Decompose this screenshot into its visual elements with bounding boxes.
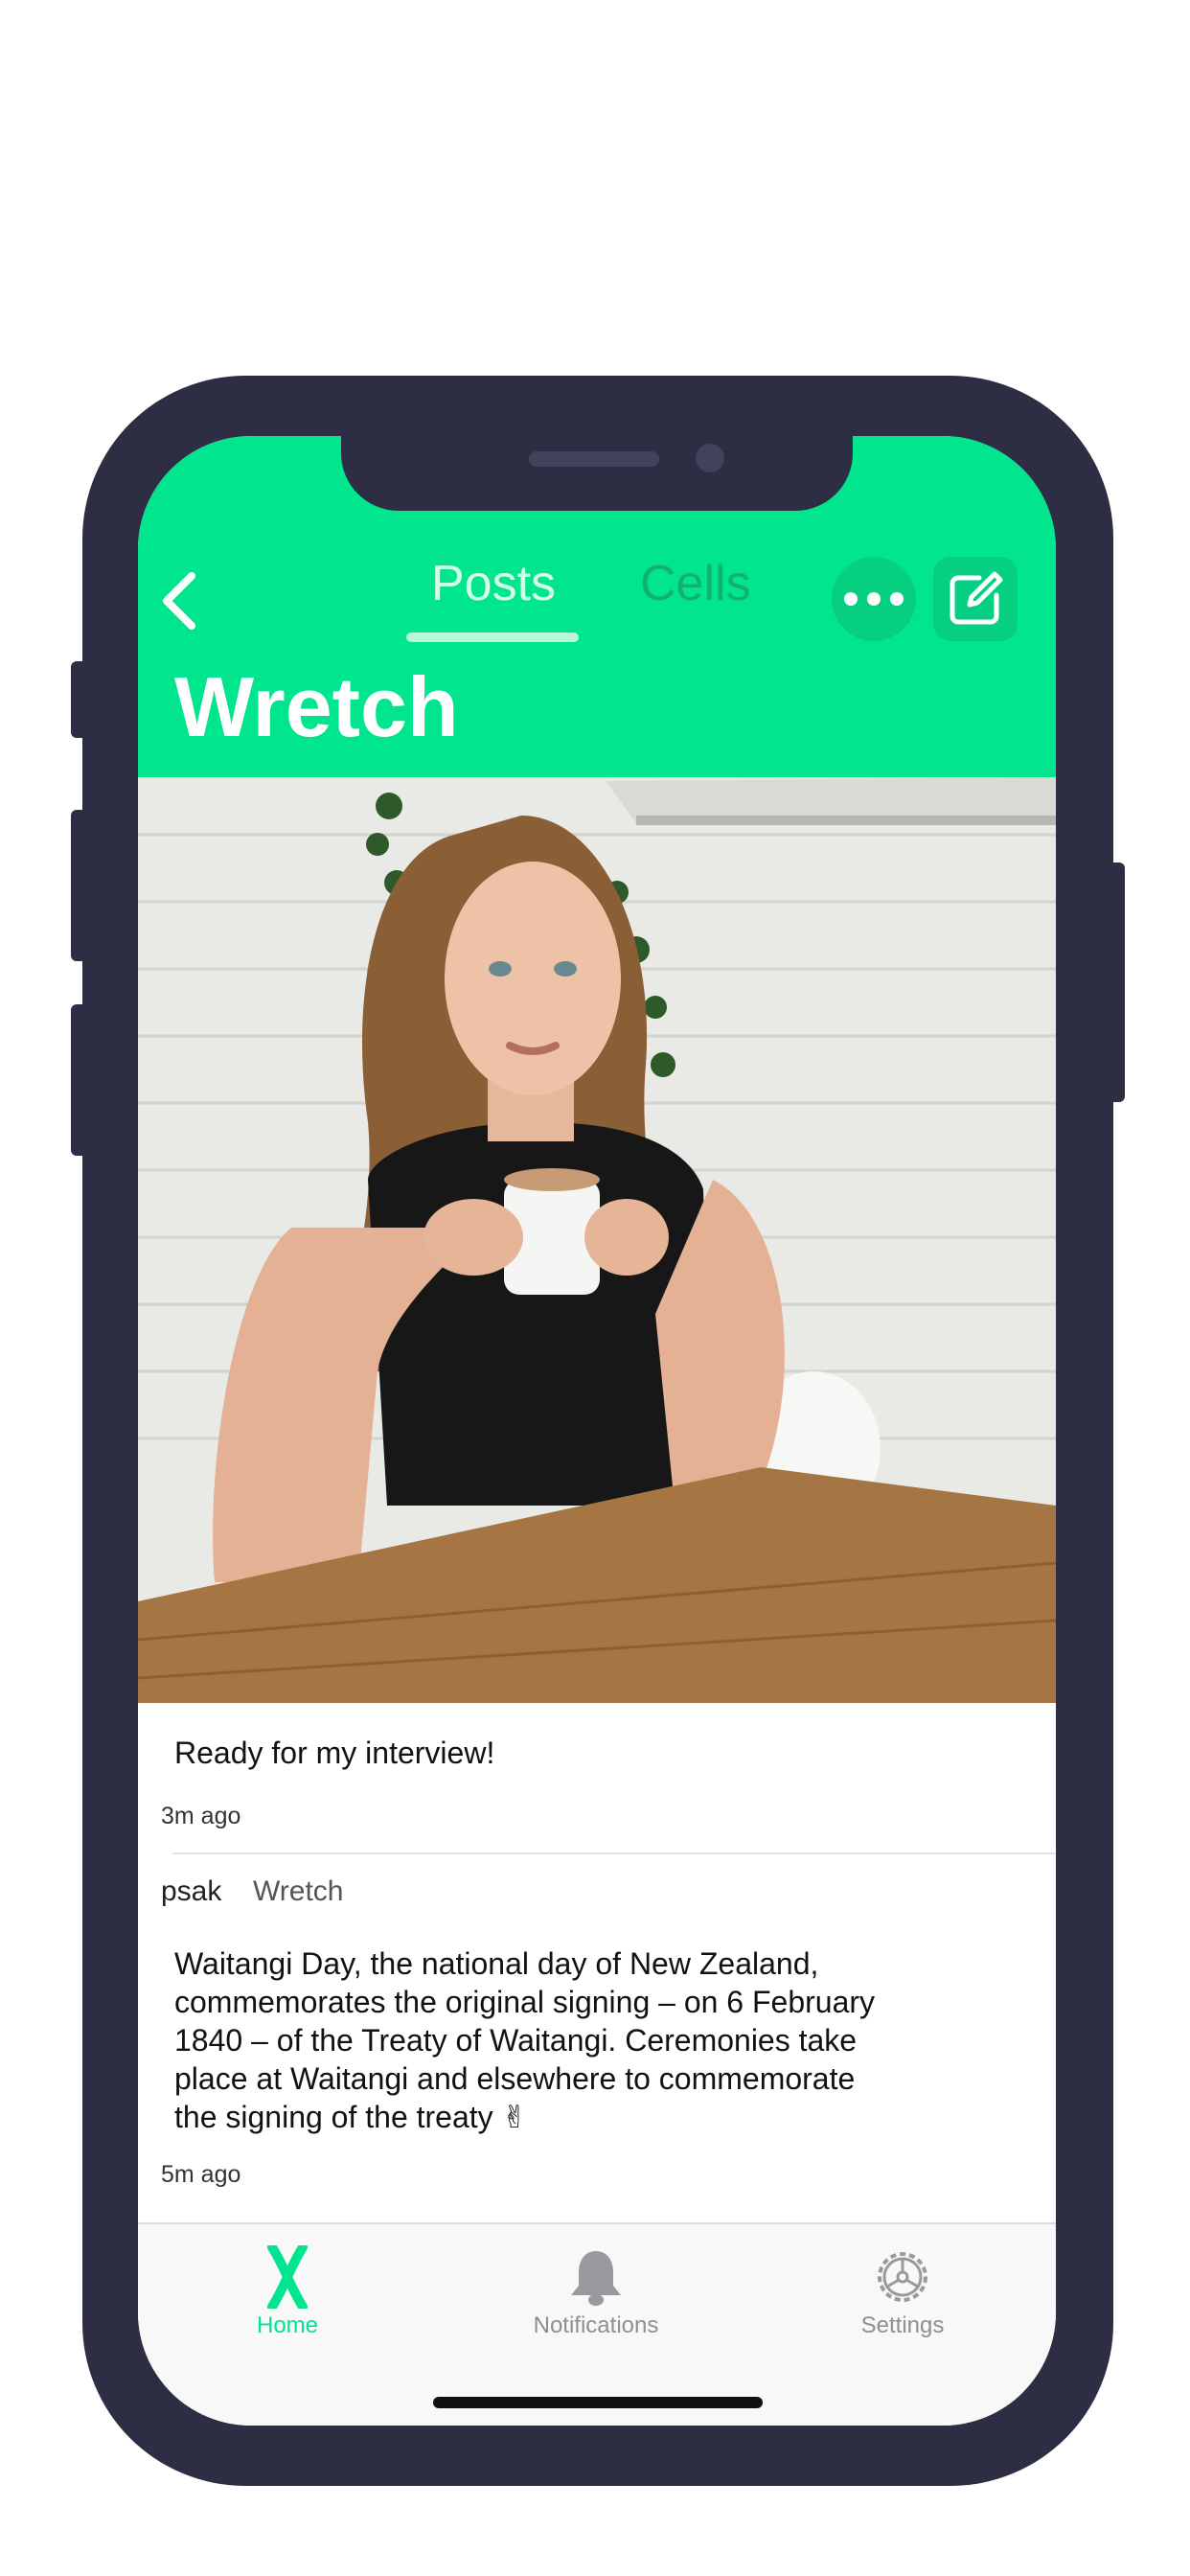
ellipsis-icon xyxy=(844,592,858,606)
compose-button[interactable] xyxy=(933,557,1018,641)
post-author[interactable]: psak xyxy=(161,1875,221,1908)
x-logo-icon xyxy=(267,2245,308,2309)
volume-down-button xyxy=(71,1004,86,1156)
chevron-left-icon xyxy=(163,572,195,630)
gear-icon xyxy=(878,2252,927,2302)
tabbar-label-home: Home xyxy=(256,2312,319,2338)
tabbar-label-notifications: Notifications xyxy=(533,2312,659,2338)
post-cell-name[interactable]: Wretch xyxy=(253,1875,343,1908)
tabbar-item-settings[interactable]: Settings xyxy=(797,2243,1008,2339)
ellipsis-icon-dot xyxy=(867,592,881,606)
post-text-line: 1840 – of the Treaty of Waitangi. Ceremo… xyxy=(174,2023,858,2058)
page-title: Wretch xyxy=(174,659,459,754)
post-timestamp: 3m ago xyxy=(161,1803,241,1829)
device-notch xyxy=(341,436,853,511)
tab-bar: Home Notifications Settings xyxy=(138,2222,1056,2426)
power-button xyxy=(1110,862,1125,1102)
post-text-line: Waitangi Day, the national day of New Ze… xyxy=(174,1946,819,1981)
speaker-grille xyxy=(529,451,659,467)
home-indicator[interactable] xyxy=(433,2397,763,2408)
compose-icon xyxy=(950,571,1003,625)
post-divider xyxy=(172,1852,1056,1854)
screen: Posts Cells Wretch Ready for my intervie… xyxy=(138,436,1056,2426)
back-button[interactable] xyxy=(153,561,207,641)
tab-cells[interactable]: Cells xyxy=(640,555,751,612)
more-button[interactable] xyxy=(832,557,916,641)
post-timestamp: 5m ago xyxy=(161,2161,241,2188)
post-image-illustration xyxy=(138,777,1056,1703)
post-text-line: the signing of the treaty ✌ xyxy=(174,2100,528,2134)
volume-up-button xyxy=(71,810,86,961)
post-text-line: place at Waitangi and elsewhere to comme… xyxy=(174,2061,856,2096)
ellipsis-icon-dot xyxy=(890,592,904,606)
post-text: Ready for my interview! xyxy=(174,1736,495,1770)
post-image[interactable] xyxy=(138,777,1056,1703)
tabbar-item-home[interactable]: Home xyxy=(182,2243,393,2339)
post-text-line: commemorates the original signing – on 6… xyxy=(174,1985,876,2019)
tab-posts[interactable]: Posts xyxy=(431,555,556,612)
bell-icon xyxy=(571,2251,621,2306)
front-camera xyxy=(696,444,724,472)
mute-switch xyxy=(71,661,86,738)
tabbar-item-notifications[interactable]: Notifications xyxy=(491,2243,701,2339)
active-tab-indicator xyxy=(406,632,579,642)
tabbar-label-settings: Settings xyxy=(860,2312,945,2338)
